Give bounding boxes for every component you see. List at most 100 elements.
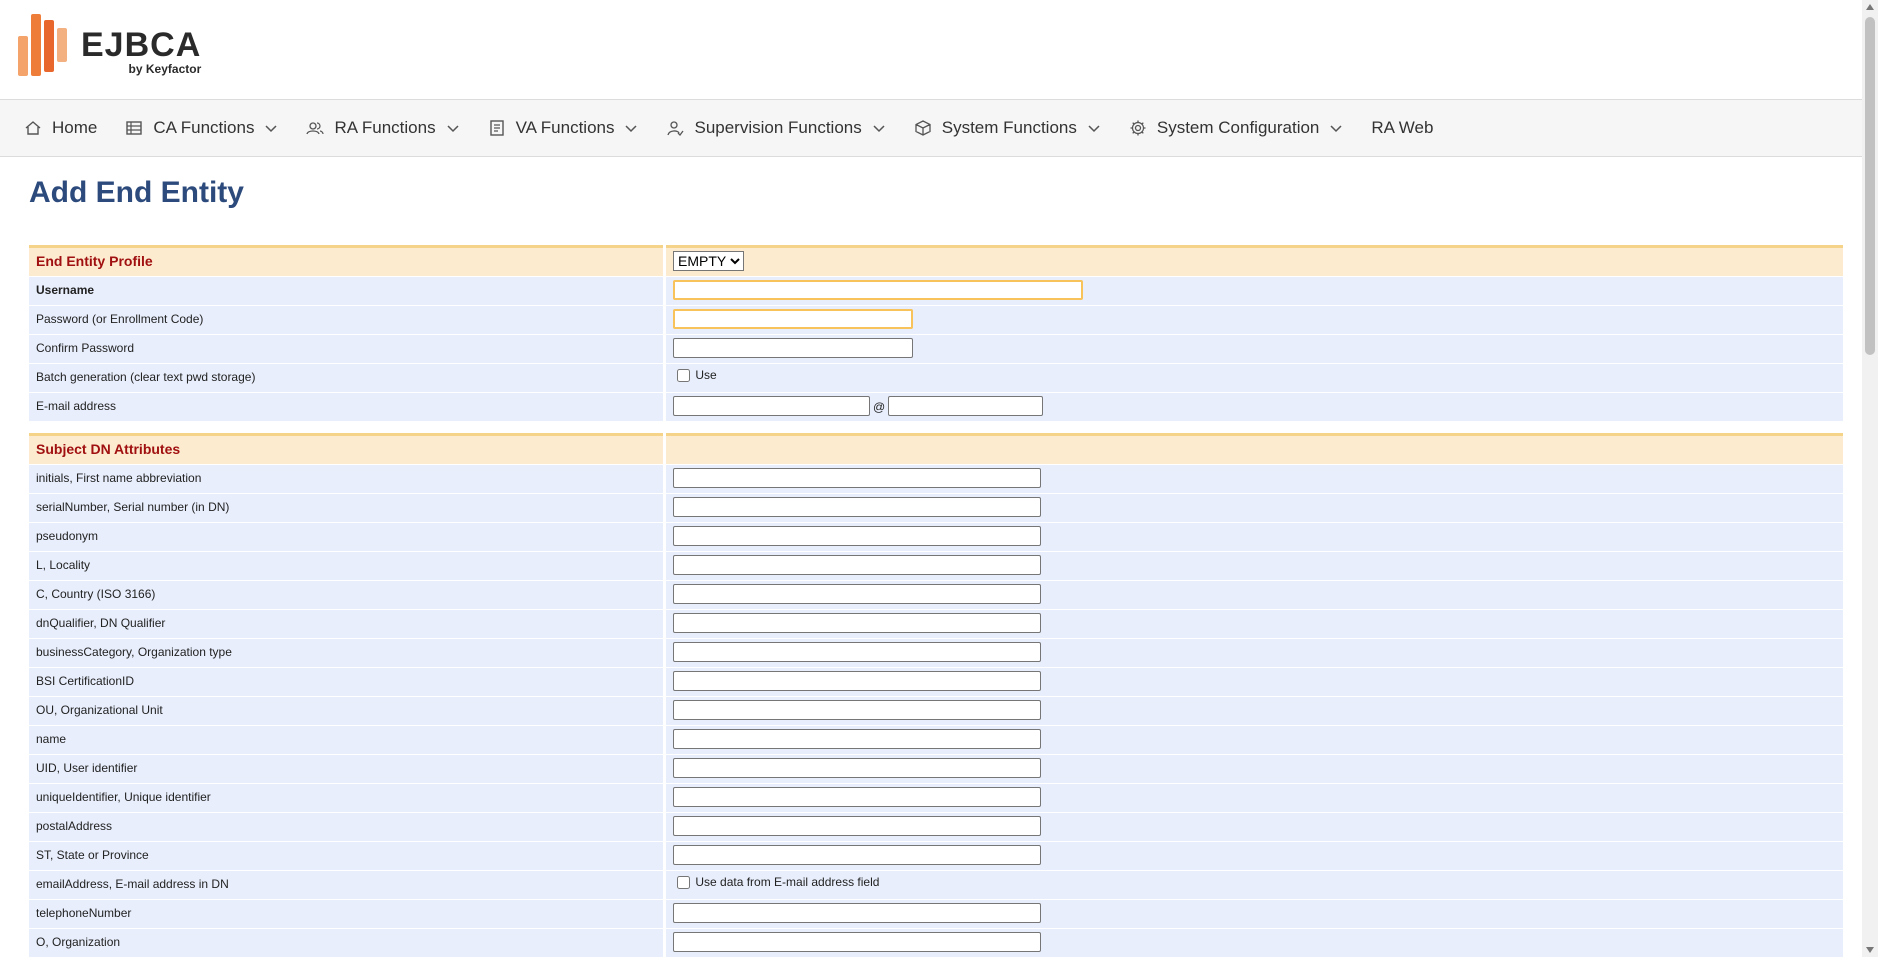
email-user-input[interactable] xyxy=(673,396,870,416)
ejbca-logo[interactable]: EJBCA by Keyfactor xyxy=(18,14,201,76)
confirm-password-label: Confirm Password xyxy=(29,335,663,363)
dn-field-input[interactable] xyxy=(673,816,1041,836)
dn-field-input[interactable] xyxy=(673,613,1041,633)
dn-field-row: dnQualifier, DN Qualifier xyxy=(29,610,1843,638)
nav-va-functions-label: VA Functions xyxy=(515,118,615,137)
dn-field-label: ST, State or Province xyxy=(29,842,663,870)
dn-field-input[interactable] xyxy=(673,903,1041,923)
dn-field-input[interactable] xyxy=(673,584,1041,604)
dn-field-row: C, Country (ISO 3166) xyxy=(29,581,1843,609)
nav-ra-functions[interactable]: RA Functions xyxy=(306,118,459,138)
home-icon xyxy=(24,119,42,137)
password-input[interactable] xyxy=(673,309,913,329)
dn-field-label: businessCategory, Organization type xyxy=(29,639,663,667)
nav-system-functions[interactable]: System Functions xyxy=(914,118,1101,138)
scroll-up-arrow-icon[interactable] xyxy=(1866,4,1874,10)
dn-field-row: O, Organization xyxy=(29,929,1843,957)
dn-field-input[interactable] xyxy=(673,671,1041,691)
end-entity-profile-select[interactable]: EMPTY xyxy=(673,251,744,271)
chevron-down-icon xyxy=(624,121,638,135)
dn-field-label: BSI CertificationID xyxy=(29,668,663,696)
username-label: Username xyxy=(29,277,663,305)
dn-field-label: name xyxy=(29,726,663,754)
dn-field-input[interactable] xyxy=(673,526,1041,546)
email-domain-input[interactable] xyxy=(888,396,1044,416)
password-label: Password (or Enrollment Code) xyxy=(29,306,663,334)
dn-field-row: BSI CertificationID xyxy=(29,668,1843,696)
nav-home[interactable]: Home xyxy=(24,118,97,138)
nav-ra-functions-label: RA Functions xyxy=(334,118,436,137)
dn-field-row: serialNumber, Serial number (in DN) xyxy=(29,494,1843,522)
batch-generation-checkbox[interactable] xyxy=(677,369,690,383)
nav-ca-functions-label: CA Functions xyxy=(153,118,255,137)
dn-field-label: serialNumber, Serial number (in DN) xyxy=(29,494,663,522)
logo-mark-icon xyxy=(18,14,67,76)
dn-field-input[interactable] xyxy=(673,729,1041,749)
scrollbar-thumb[interactable] xyxy=(1865,17,1875,355)
nav-system-configuration-label: System Configuration xyxy=(1156,118,1320,137)
subject-dn-section-title: Subject DN Attributes xyxy=(29,433,663,464)
dn-field-row: name xyxy=(29,726,1843,754)
nav-va-functions[interactable]: VA Functions xyxy=(488,118,639,138)
dn-field-row: uniqueIdentifier, Unique identifier xyxy=(29,784,1843,812)
chevron-down-icon xyxy=(1087,121,1101,135)
dn-field-input[interactable] xyxy=(673,642,1041,662)
email-address-label: E-mail address xyxy=(29,393,663,421)
dn-field-input[interactable] xyxy=(673,787,1041,807)
dn-field-input[interactable] xyxy=(673,758,1041,778)
dn-field-label: pseudonym xyxy=(29,523,663,551)
dn-field-input[interactable] xyxy=(673,468,1041,488)
dn-field-row: pseudonym xyxy=(29,523,1843,551)
dn-field-row: OU, Organizational Unit xyxy=(29,697,1843,725)
batch-generation-label: Batch generation (clear text pwd storage… xyxy=(29,364,663,392)
page-title: Add End Entity xyxy=(29,176,244,209)
ca-list-icon xyxy=(125,119,143,137)
email-dn-checkbox-label: Use data from E-mail address field xyxy=(695,874,880,889)
nav-supervision-functions-label: Supervision Functions xyxy=(694,118,862,137)
email-dn-checkbox[interactable] xyxy=(677,876,690,890)
nav-home-label: Home xyxy=(52,118,98,137)
email-dn-label: emailAddress, E-mail address in DN xyxy=(29,871,663,899)
dn-field-label: O, Organization xyxy=(29,929,663,957)
dn-field-label: UID, User identifier xyxy=(29,755,663,783)
dn-field-row: initials, First name abbreviation xyxy=(29,465,1843,493)
nav-system-configuration[interactable]: System Configuration xyxy=(1129,118,1344,138)
dn-field-input[interactable] xyxy=(673,555,1041,575)
dn-field-row: ST, State or Province xyxy=(29,842,1843,870)
profile-section-header: End Entity Profile EMPTY xyxy=(29,245,1843,276)
dn-field-label: C, Country (ISO 3166) xyxy=(29,581,663,609)
subject-dn-section-header: Subject DN Attributes xyxy=(29,433,1843,464)
chevron-down-icon xyxy=(872,121,886,135)
nav-system-functions-label: System Functions xyxy=(941,118,1077,137)
form-row: E-mail address @ xyxy=(29,393,1843,421)
form-row: emailAddress, E-mail address in DN Use d… xyxy=(29,871,1843,899)
dn-field-label: initials, First name abbreviation xyxy=(29,465,663,493)
dn-field-input[interactable] xyxy=(673,932,1041,952)
dn-field-label: uniqueIdentifier, Unique identifier xyxy=(29,784,663,812)
confirm-password-input[interactable] xyxy=(673,338,913,358)
profile-section-title: End Entity Profile xyxy=(29,245,663,276)
cube-icon xyxy=(914,119,932,137)
vertical-scrollbar[interactable] xyxy=(1862,0,1878,957)
chevron-down-icon xyxy=(1329,121,1343,135)
gear-icon xyxy=(1129,119,1147,137)
users-icon xyxy=(306,119,325,137)
dn-field-row: postalAddress xyxy=(29,813,1843,841)
form-row: Confirm Password xyxy=(29,335,1843,363)
chevron-down-icon xyxy=(264,121,278,135)
dn-field-label: L, Locality xyxy=(29,552,663,580)
batch-use-label: Use xyxy=(695,367,717,382)
dn-field-row: telephoneNumber xyxy=(29,900,1843,928)
dn-field-label: telephoneNumber xyxy=(29,900,663,928)
email-at-sign: @ xyxy=(873,399,886,414)
username-input[interactable] xyxy=(673,280,1083,300)
dn-field-input[interactable] xyxy=(673,845,1041,865)
nav-ca-functions[interactable]: CA Functions xyxy=(125,118,278,138)
dn-field-input[interactable] xyxy=(673,700,1041,720)
nav-supervision-functions[interactable]: Supervision Functions xyxy=(666,118,885,138)
dn-field-input[interactable] xyxy=(673,497,1041,517)
nav-ra-web[interactable]: RA Web xyxy=(1371,118,1433,138)
scroll-down-arrow-icon[interactable] xyxy=(1866,947,1874,953)
dn-field-label: dnQualifier, DN Qualifier xyxy=(29,610,663,638)
document-icon xyxy=(488,119,506,137)
